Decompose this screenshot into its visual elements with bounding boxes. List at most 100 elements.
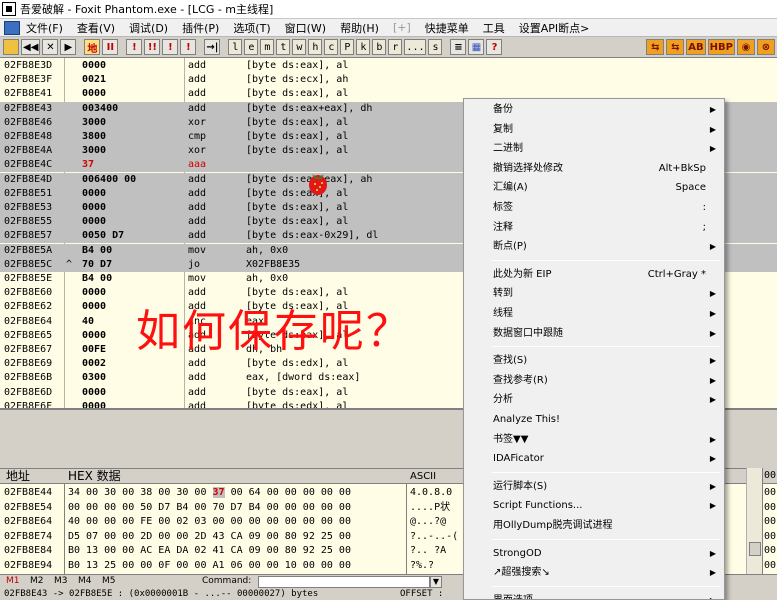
dump-scrollbar[interactable] <box>746 468 762 574</box>
tb-btn-di[interactable]: 地 <box>84 39 101 55</box>
context-menu-item[interactable]: 撤销选择处修改 Alt+BkSp <box>464 159 724 178</box>
plugin-hbp-button[interactable]: HBP <box>707 39 735 55</box>
system-menu-icon[interactable] <box>4 20 20 35</box>
plugin-ab-button[interactable]: AB <box>686 39 706 55</box>
context-menu-item[interactable]: 用OllyDump脱壳调试进程 <box>464 516 724 535</box>
menu-plus[interactable]: [+] <box>393 21 411 34</box>
context-menu-item[interactable]: Analyze This! <box>464 410 724 429</box>
tb-e-button[interactable]: e <box>244 39 259 55</box>
dump-hex-bytes-rest: 00 64 00 00 00 00 00 <box>224 487 351 498</box>
menu-options[interactable]: 选项(T) <box>233 20 270 36</box>
context-menu-item[interactable]: 断点(P) ▶ <box>464 237 724 256</box>
disasm-hex: B4 00 <box>82 244 113 256</box>
context-menu-item-label: 界面选项 <box>493 591 533 599</box>
context-menu-item[interactable]: 二进制 ▶ <box>464 139 724 158</box>
disasm-row[interactable]: 02FB8E3F 0021 add [byte ds:ecx], ah <box>0 73 777 87</box>
plugin-btn-1-icon[interactable]: ⇆ <box>646 39 665 55</box>
context-menu-item[interactable]: 查找参考(R) ▶ <box>464 371 724 390</box>
context-menu-item[interactable]: 备份 ▶ <box>464 100 724 119</box>
tb-r-button[interactable]: r <box>388 39 403 55</box>
disasm-hex: 3800 <box>82 131 107 142</box>
step-over-button[interactable]: !! <box>144 39 161 55</box>
open-file-icon[interactable] <box>3 39 19 55</box>
tb-h-button[interactable]: h <box>308 39 323 55</box>
dump-address: 02FB8E84 <box>4 545 53 557</box>
context-menu-item[interactable]: 数据窗口中跟随 ▶ <box>464 324 724 343</box>
context-menu-item[interactable]: 转到 ▶ <box>464 284 724 303</box>
pause-button[interactable]: II <box>102 39 119 55</box>
context-menu-item[interactable]: StrongOD ▶ <box>464 544 724 563</box>
stack-row[interactable]: 00 <box>764 530 776 544</box>
menu-set-api-breakpoint[interactable]: 设置API断点> <box>519 20 590 36</box>
grid-icon[interactable]: ▦ <box>468 39 485 55</box>
close-icon[interactable]: ✕ <box>42 39 59 55</box>
command-dropdown-icon[interactable]: ▼ <box>430 576 442 588</box>
execute-till-return-button[interactable]: →| <box>204 39 221 55</box>
menu-plugins[interactable]: 插件(P) <box>182 20 219 36</box>
tab-m4[interactable]: M4 <box>78 576 92 586</box>
disasm-address: 02FB8E6F <box>4 400 53 410</box>
context-menu-item[interactable]: 线程 ▶ <box>464 304 724 323</box>
disasm-mnemonic: add <box>188 202 207 213</box>
tb-s-button[interactable]: s <box>428 39 443 55</box>
tb-c-button[interactable]: c <box>324 39 339 55</box>
stack-row[interactable]: 00 <box>764 501 776 515</box>
context-menu-item[interactable]: ↗超强搜索↘ ▶ <box>464 563 724 582</box>
step-into-button[interactable]: ! <box>126 39 143 55</box>
tb-k-button[interactable]: k <box>356 39 371 55</box>
disasm-operands: eax, [dword ds:eax] <box>246 372 361 384</box>
plugin-btn-6-icon[interactable]: ⊗ <box>757 39 775 55</box>
tb-t-button[interactable]: t <box>276 39 291 55</box>
stack-row[interactable]: 00 <box>764 544 776 558</box>
context-menu-item[interactable]: IDAFicator ▶ <box>464 449 724 468</box>
disasm-mnemonic: add <box>188 358 207 370</box>
tab-m3[interactable]: M3 <box>54 576 68 586</box>
tb-m-button[interactable]: m <box>260 39 275 55</box>
menu-tools[interactable]: 工具 <box>483 20 505 36</box>
stack-pane[interactable]: 00 00 00 00 00 00 00 <box>762 468 777 574</box>
tab-m2[interactable]: M2 <box>30 576 44 586</box>
stack-header: 00 <box>763 468 777 484</box>
context-menu-item[interactable]: 书签▼▼ ▶ <box>464 430 724 449</box>
tb-b-button[interactable]: b <box>372 39 387 55</box>
context-menu-item[interactable]: 汇编(A) Space <box>464 178 724 197</box>
scrollbar-thumb[interactable] <box>749 542 761 556</box>
stack-row[interactable]: 00 <box>764 486 776 500</box>
plugin-btn-5-icon[interactable]: ◉ <box>737 39 755 55</box>
tb-l-button[interactable]: l <box>228 39 243 55</box>
tb-w-button[interactable]: w <box>292 39 307 55</box>
context-menu-item[interactable]: 注释; <box>464 218 724 237</box>
trace-into-button[interactable]: ! <box>162 39 179 55</box>
tab-m5[interactable]: M5 <box>102 576 116 586</box>
disasm-jump-mark: ^ <box>66 258 73 270</box>
stack-row[interactable]: 00 <box>764 559 776 573</box>
plugin-btn-2-icon[interactable]: ⇆ <box>666 39 685 55</box>
help-button[interactable]: ? <box>486 39 503 55</box>
disasm-row[interactable]: 02FB8E3D 0000 add [byte ds:eax], al <box>0 59 777 73</box>
run-icon[interactable]: ▶ <box>60 39 77 55</box>
context-menu-item[interactable]: 分析 ▶ <box>464 390 724 409</box>
context-menu-item[interactable]: 运行脚本(S) ▶ <box>464 477 724 496</box>
context-menu-item-label: IDAFicator <box>493 453 544 465</box>
tb-p-button[interactable]: P <box>340 39 355 55</box>
trace-over-button[interactable]: ! <box>180 39 197 55</box>
context-menu-item[interactable]: 此处为新 EIP Ctrl+Gray * <box>464 265 724 284</box>
context-menu-item[interactable]: 查找(S) ▶ <box>464 351 724 370</box>
menu-file[interactable]: 文件(F) <box>26 20 63 36</box>
command-input[interactable] <box>258 576 430 588</box>
stack-row[interactable]: 00 <box>764 515 776 529</box>
menu-view[interactable]: 查看(V) <box>77 20 115 36</box>
restart-icon[interactable]: ◀◀ <box>21 39 41 55</box>
list-icon[interactable]: ≡ <box>450 39 467 55</box>
tb-dots-button[interactable]: ... <box>404 39 427 55</box>
context-menu-item[interactable]: 标签: <box>464 198 724 217</box>
menu-quick[interactable]: 快捷菜单 <box>425 20 469 36</box>
menu-debug[interactable]: 调试(D) <box>129 20 168 36</box>
tab-m1[interactable]: M1 <box>6 576 20 586</box>
context-menu-item[interactable]: Script Functions... ▶ <box>464 496 724 515</box>
menu-help[interactable]: 帮助(H) <box>340 20 379 36</box>
menu-window[interactable]: 窗口(W) <box>285 20 326 36</box>
context-menu-item[interactable]: 复制 ▶ <box>464 120 724 139</box>
context-menu-item[interactable]: 界面选项 ▶ <box>464 591 724 599</box>
disasm-mnemonic: add <box>188 400 207 410</box>
